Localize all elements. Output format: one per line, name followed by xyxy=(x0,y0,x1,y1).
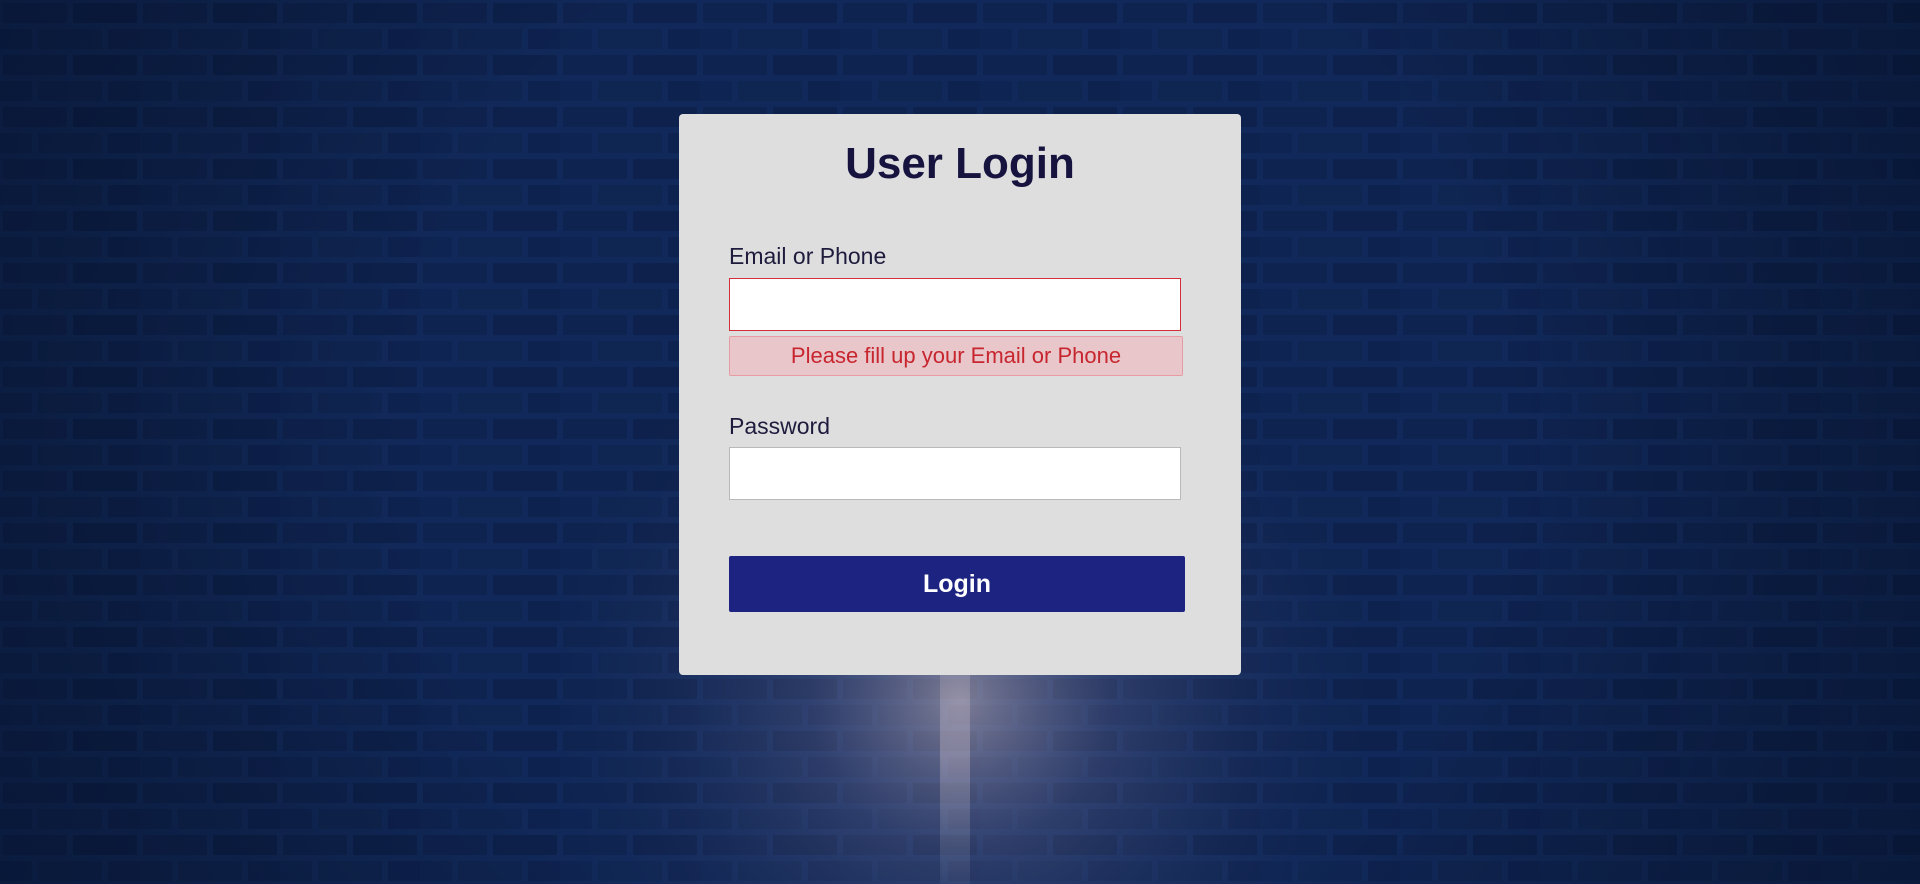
page-title: User Login xyxy=(845,139,1075,188)
password-label: Password xyxy=(729,413,830,439)
email-error-message: Please fill up your Email or Phone xyxy=(729,336,1183,376)
email-field[interactable] xyxy=(729,278,1181,331)
login-button[interactable]: Login xyxy=(729,556,1185,612)
password-field[interactable] xyxy=(729,447,1181,500)
email-label: Email or Phone xyxy=(729,243,887,269)
login-card: User Login Email or Phone Please fill up… xyxy=(679,114,1241,675)
